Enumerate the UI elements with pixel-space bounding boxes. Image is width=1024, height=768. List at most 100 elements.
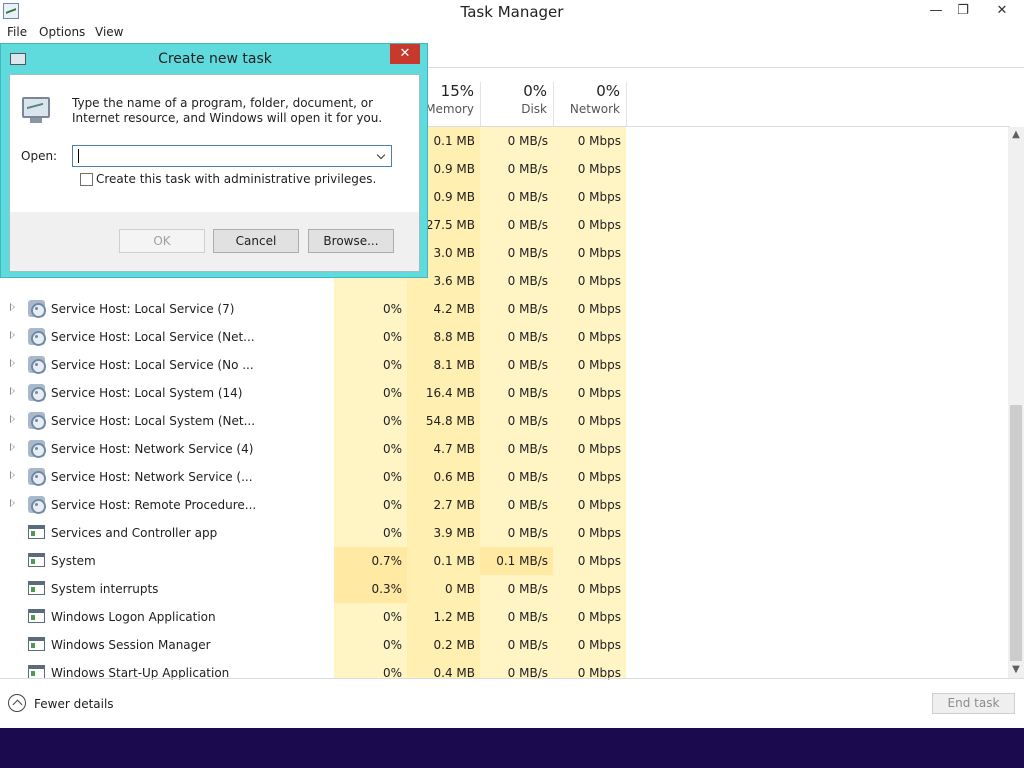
memory-cell: 16.4 MB [425, 386, 475, 400]
disk-cell: 0 MB/s [507, 414, 548, 428]
expand-chevron-icon[interactable] [10, 499, 15, 507]
network-cell: 0 Mbps [577, 498, 621, 512]
disk-cell: 0 MB/s [507, 246, 548, 260]
scroll-up-arrow-icon[interactable]: ▲ [1008, 127, 1024, 143]
network-cell: 0 Mbps [577, 414, 621, 428]
memory-cell: 4.2 MB [433, 302, 475, 316]
create-new-task-dialog: Create new task ✕ Type the name of a pro… [0, 43, 428, 278]
table-row[interactable]: Service Host: Local Service (7) 0% 4.2 M… [0, 295, 1008, 323]
fewer-details-label[interactable]: Fewer details [34, 697, 114, 711]
table-row[interactable]: Service Host: Local Service (No ... 0% 8… [0, 351, 1008, 379]
network-cell: 0 Mbps [577, 582, 621, 596]
expand-chevron-icon[interactable] [10, 443, 15, 451]
dialog-close-button[interactable]: ✕ [390, 44, 420, 64]
cpu-cell: 0% [382, 414, 402, 428]
network-cell: 0 Mbps [577, 526, 621, 540]
process-name: Service Host: Remote Procedure... [51, 498, 257, 512]
application-window-icon [28, 665, 45, 679]
process-name: Service Host: Local Service (Net... [51, 330, 255, 344]
dialog-description: Type the name of a program, folder, docu… [72, 96, 383, 125]
expand-chevron-icon[interactable] [10, 415, 15, 423]
table-row[interactable]: Service Host: Local System (Net... 0% 54… [0, 407, 1008, 435]
process-name: System interrupts [51, 582, 159, 596]
network-column-header[interactable]: 0% Network [553, 82, 626, 126]
scroll-down-arrow-icon[interactable]: ▼ [1008, 662, 1024, 678]
cancel-button[interactable]: Cancel [213, 229, 299, 253]
menu-file[interactable]: File [7, 25, 27, 39]
disk-cell: 0 MB/s [507, 442, 548, 456]
menu-options[interactable]: Options [39, 25, 85, 39]
network-cell: 0 Mbps [577, 442, 621, 456]
admin-privileges-label[interactable]: Create this task with administrative pri… [96, 172, 376, 186]
process-name: Windows Session Manager [51, 638, 211, 652]
expand-chevron-icon[interactable] [10, 303, 15, 311]
close-button[interactable]: ✕ [984, 0, 1020, 22]
ok-button[interactable]: OK [119, 229, 205, 253]
network-cell: 0 Mbps [577, 162, 621, 176]
expand-chevron-icon[interactable] [10, 359, 15, 367]
expand-chevron-icon[interactable] [10, 387, 15, 395]
disk-cell: 0 MB/s [507, 162, 548, 176]
vertical-scrollbar[interactable]: ▲ ▼ [1008, 127, 1024, 678]
application-window-icon [28, 525, 45, 539]
network-cell: 0 Mbps [577, 470, 621, 484]
cpu-cell: 0% [382, 330, 402, 344]
menu-view[interactable]: View [95, 25, 123, 39]
scrollbar-thumb[interactable] [1010, 405, 1022, 661]
footer-divider [0, 678, 1024, 679]
disk-column-header[interactable]: 0% Disk [480, 82, 553, 126]
restore-button[interactable]: ❐ [948, 0, 978, 22]
disk-cell: 0 MB/s [507, 498, 548, 512]
network-cell: 0 Mbps [577, 274, 621, 288]
disk-cell: 0 MB/s [507, 302, 548, 316]
table-row[interactable]: Service Host: Network Service (4) 0% 4.7… [0, 435, 1008, 463]
expand-chevron-icon[interactable] [10, 331, 15, 339]
table-row[interactable]: Windows Start-Up Application 0% 0.4 MB 0… [0, 659, 1008, 687]
dropdown-arrow-icon[interactable] [377, 148, 387, 164]
memory-cell: 54.8 MB [425, 414, 475, 428]
dialog-body: Type the name of a program, folder, docu… [9, 74, 420, 272]
table-row[interactable]: Service Host: Local Service (Net... 0% 8… [0, 323, 1008, 351]
service-gear-icon [28, 384, 46, 402]
title-bar: Task Manager — ❐ ✕ [0, 0, 1024, 24]
disk-percent: 0% [523, 82, 547, 100]
service-gear-icon [28, 468, 46, 486]
open-combobox[interactable] [72, 145, 392, 167]
admin-privileges-checkbox[interactable] [80, 173, 93, 186]
disk-cell: 0 MB/s [507, 358, 548, 372]
memory-cell: 3.9 MB [433, 526, 475, 540]
table-row[interactable]: Windows Logon Application 0% 1.2 MB 0 MB… [0, 603, 1008, 631]
table-row[interactable]: Windows Session Manager 0% 0.2 MB 0 MB/s… [0, 631, 1008, 659]
application-window-icon [28, 581, 45, 595]
service-gear-icon [28, 328, 46, 346]
cpu-cell: 0% [382, 442, 402, 456]
disk-cell: 0 MB/s [507, 218, 548, 232]
table-row[interactable]: Services and Controller app 0% 3.9 MB 0 … [0, 519, 1008, 547]
memory-cell: 8.1 MB [433, 358, 475, 372]
service-gear-icon [28, 412, 46, 430]
memory-cell: 4.7 MB [433, 442, 475, 456]
end-task-button[interactable]: End task [932, 693, 1015, 714]
disk-cell: 0 MB/s [507, 526, 548, 540]
memory-cell: 0.6 MB [433, 470, 475, 484]
run-monitor-icon [22, 97, 52, 125]
table-row[interactable]: System 0.7% 0.1 MB 0.1 MB/s 0 Mbps [0, 547, 1008, 575]
disk-cell: 0.1 MB/s [480, 547, 553, 575]
minimize-button[interactable]: — [921, 0, 951, 22]
table-row[interactable]: System interrupts 0.3% 0 MB 0 MB/s 0 Mbp… [0, 575, 1008, 603]
browse-button[interactable]: Browse... [308, 229, 394, 253]
memory-cell: 2.7 MB [433, 498, 475, 512]
network-cell: 0 Mbps [577, 638, 621, 652]
chevron-up-circle-icon[interactable] [8, 694, 26, 712]
application-window-icon [28, 637, 45, 651]
expand-chevron-icon[interactable] [10, 471, 15, 479]
open-label: Open: [21, 149, 58, 163]
table-row[interactable]: Service Host: Local System (14) 0% 16.4 … [0, 379, 1008, 407]
memory-cell: 0 MB [444, 582, 475, 596]
network-label: Network [569, 102, 620, 116]
memory-cell: 1.2 MB [433, 610, 475, 624]
table-row[interactable]: Service Host: Remote Procedure... 0% 2.7… [0, 491, 1008, 519]
table-row[interactable]: Service Host: Network Service (... 0% 0.… [0, 463, 1008, 491]
cpu-cell: 0% [382, 386, 402, 400]
process-name: Service Host: Local Service (No ... [51, 358, 254, 372]
